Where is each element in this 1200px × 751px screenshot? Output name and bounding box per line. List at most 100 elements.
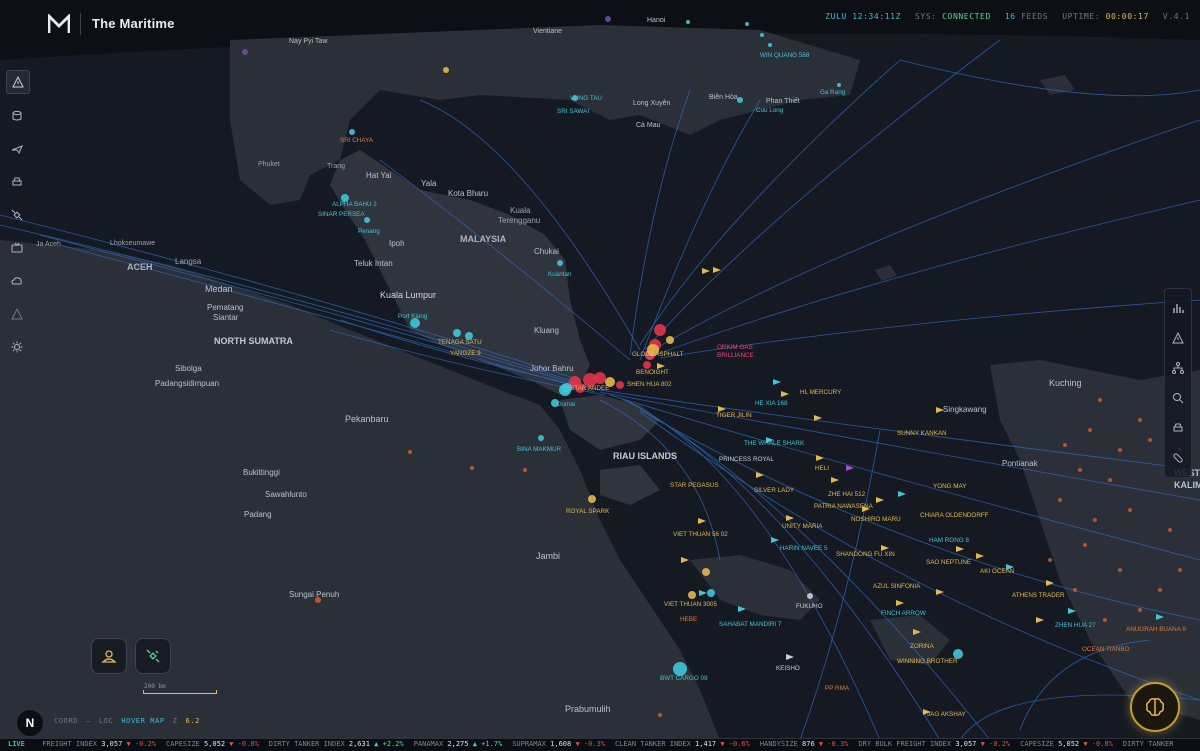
port-marker[interactable]	[1103, 618, 1107, 622]
port-marker[interactable]	[1138, 608, 1142, 612]
vessel-marker[interactable]	[702, 568, 710, 576]
vessel-marker[interactable]	[453, 329, 461, 337]
vessel-marker[interactable]	[616, 381, 624, 389]
vessel-label: SAO NEPTUNE	[926, 559, 971, 566]
vessel-marker[interactable]	[470, 466, 474, 470]
port-marker[interactable]	[1138, 418, 1142, 422]
warnings-button[interactable]	[6, 303, 28, 325]
port-marker[interactable]	[1158, 588, 1162, 592]
ticker-change: ▼ -0.6%	[720, 740, 750, 748]
port-marker[interactable]	[1093, 518, 1097, 522]
vessel-marker[interactable]	[658, 713, 662, 717]
vessel-label: HELI	[815, 465, 829, 472]
port-marker[interactable]	[1118, 568, 1122, 572]
port-marker[interactable]	[1108, 478, 1112, 482]
vessel-label: UNITY MARIA	[782, 523, 823, 530]
place-label: Kuala	[510, 206, 531, 215]
vessel-marker[interactable]	[443, 67, 449, 73]
vessel-marker[interactable]	[588, 495, 596, 503]
ticker-change: ▼ -0.3%	[575, 740, 605, 748]
weather-button[interactable]	[6, 270, 28, 292]
place-label: Bukittinggi	[243, 468, 280, 477]
search-icon	[1173, 393, 1184, 404]
vessel-marker[interactable]	[538, 435, 544, 441]
satellite-layer-button[interactable]	[135, 638, 171, 674]
port-marker[interactable]	[1088, 428, 1092, 432]
port-marker[interactable]	[1073, 588, 1077, 592]
vessel-marker[interactable]	[666, 336, 674, 344]
port-marker[interactable]	[1128, 508, 1132, 512]
place-label: RIAU ISLANDS	[613, 451, 677, 461]
uptime: UPTIME: 00:00:17	[1062, 12, 1149, 21]
vessel-label: NOSHIRO MARU	[851, 516, 901, 523]
place-label: Pematang	[207, 303, 243, 312]
database-icon	[12, 110, 22, 121]
vessel-label: FINCH ARROW	[881, 610, 926, 617]
place-label: Sawahlunto	[265, 490, 307, 499]
place-label: Singkawang	[943, 405, 987, 414]
ticker-change: ▼ -0.2%	[980, 740, 1011, 748]
port-marker[interactable]	[1083, 543, 1087, 547]
vessel-label: AZUL SINFONIA	[873, 583, 921, 590]
port-marker[interactable]	[1168, 528, 1172, 532]
database-button[interactable]	[6, 105, 28, 127]
vessel-marker[interactable]	[242, 49, 248, 55]
port-marker[interactable]	[1098, 398, 1102, 402]
ticker-value: 3,057	[101, 740, 127, 748]
north-button[interactable]: N	[16, 709, 44, 737]
tv-button[interactable]	[6, 237, 28, 259]
settings-button[interactable]	[6, 336, 28, 358]
network-button[interactable]	[1167, 357, 1189, 379]
place-label: Chukai	[534, 247, 559, 256]
port-marker[interactable]	[1063, 443, 1067, 447]
vessel-label: TENAGA SATU	[438, 339, 482, 346]
search-button[interactable]	[1167, 387, 1189, 409]
scale-label: 200 km	[144, 683, 166, 690]
vessel-marker[interactable]	[768, 43, 772, 47]
vessel-marker[interactable]	[837, 83, 841, 87]
satellite-button[interactable]	[6, 204, 28, 226]
vessel-marker[interactable]	[807, 593, 813, 599]
risk-button[interactable]	[1167, 327, 1189, 349]
ticker-value: 2,275	[447, 740, 473, 748]
vessel-marker[interactable]	[654, 324, 666, 336]
port-marker[interactable]	[1058, 498, 1062, 502]
vessel-marker[interactable]	[557, 260, 563, 266]
port-marker[interactable]	[1078, 468, 1082, 472]
vessel-marker[interactable]	[349, 129, 355, 135]
satellite-icon	[11, 209, 23, 221]
port-marker[interactable]	[1048, 558, 1052, 562]
vessel-marker[interactable]	[364, 217, 370, 223]
place-label: Long Xuyên	[633, 100, 670, 107]
ticker-value: 5,052	[203, 740, 230, 748]
scale-bar	[143, 690, 217, 694]
alerts-button[interactable]	[6, 70, 30, 94]
vessel-marker[interactable]	[673, 662, 687, 676]
vessel-marker[interactable]	[643, 361, 651, 369]
aviation-button[interactable]	[6, 138, 28, 160]
port-marker[interactable]	[1118, 448, 1122, 452]
user-location-button[interactable]	[91, 638, 127, 674]
medical-button[interactable]	[1167, 447, 1189, 469]
version-label: V.4.1	[1162, 12, 1190, 21]
vessel-label: Ga Rang	[820, 89, 846, 96]
vehicles-button[interactable]	[6, 171, 28, 193]
place-label: MALAYSIA	[460, 234, 507, 244]
vessel-marker[interactable]	[523, 468, 527, 472]
top-bar: The Maritime ZULU 12:34:11Z SYS: CONNECT…	[0, 0, 1200, 40]
vessel-marker[interactable]	[688, 591, 696, 599]
ai-assistant-button[interactable]	[1130, 682, 1180, 732]
vessel-marker[interactable]	[737, 97, 743, 103]
map-canvas[interactable]: HanoiVientianeNay Pyi TawLong XuyênBiên …	[0, 0, 1200, 750]
vessel-label: Penang	[358, 228, 380, 235]
vessel-marker[interactable]	[707, 589, 715, 597]
ticker-change: ▼ -0.8%	[1083, 740, 1113, 748]
warning-icon	[11, 308, 23, 320]
vessel-marker[interactable]	[408, 450, 412, 454]
ticker-change: ▲ +2.2%	[374, 740, 404, 748]
vessel-marker[interactable]	[594, 372, 606, 384]
port-marker[interactable]	[1148, 438, 1152, 442]
vehicles-button[interactable]	[1167, 417, 1189, 439]
port-marker[interactable]	[1178, 568, 1182, 572]
analytics-button[interactable]	[1167, 297, 1189, 319]
